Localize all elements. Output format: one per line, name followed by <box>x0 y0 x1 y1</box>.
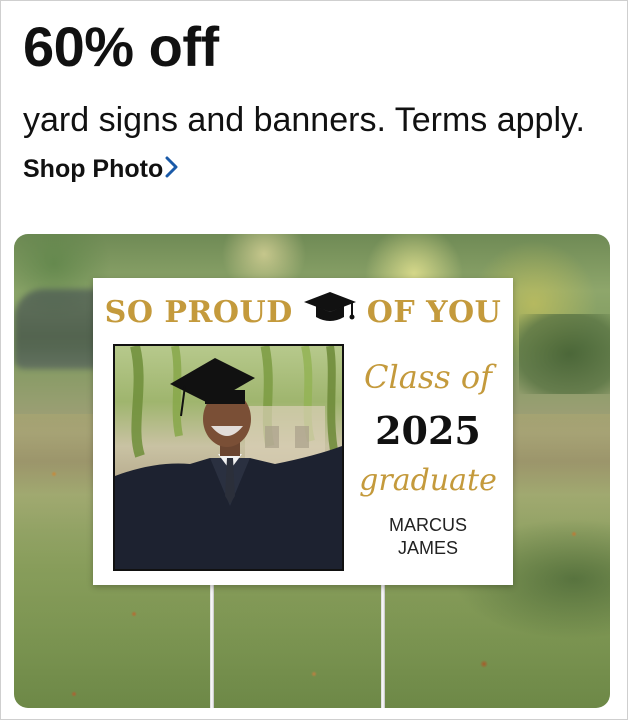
graduate-first-name: MARCUS <box>388 515 467 535</box>
shop-photo-link-label: Shop Photo <box>23 155 164 183</box>
graduate-name: MARCUS JAMES <box>358 514 498 560</box>
sign-title-left: SO PROUD <box>104 294 293 330</box>
graduate-label: graduate <box>359 463 497 498</box>
class-of-label: Class of <box>364 358 492 396</box>
chevron-right-icon <box>165 153 179 187</box>
shop-photo-link[interactable]: Shop Photo <box>23 151 179 187</box>
promo-card[interactable]: 60% off yard signs and banners. Terms ap… <box>0 0 628 720</box>
graduate-last-name: JAMES <box>397 538 458 558</box>
sign-stake-right <box>381 584 385 708</box>
graduate-photo <box>113 344 344 571</box>
promo-subline: yard signs and banners. Terms apply. <box>23 101 585 139</box>
sign-title-right: OF YOU <box>366 294 502 330</box>
sign-title: SO PROUD OF YOU <box>93 292 513 332</box>
yard-sign: SO PROUD OF YOU Class of 2025 graduate M… <box>93 278 513 585</box>
sign-stake-left <box>210 584 214 708</box>
class-year: 2025 <box>375 408 481 453</box>
graduation-cap-icon <box>302 290 358 334</box>
promo-headline: 60% off <box>23 15 219 78</box>
background-hedge <box>519 314 610 394</box>
